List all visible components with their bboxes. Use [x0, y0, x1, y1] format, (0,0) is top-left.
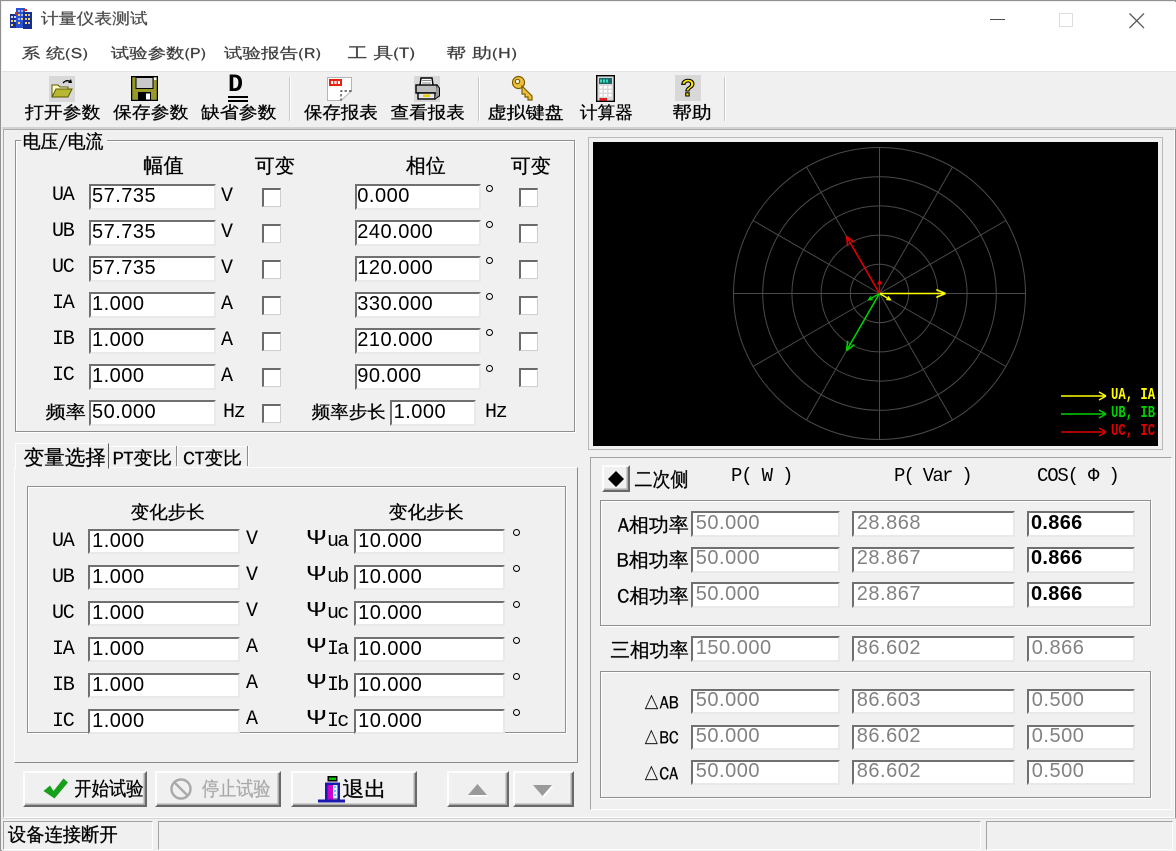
- svg-text:?: ?: [681, 75, 696, 101]
